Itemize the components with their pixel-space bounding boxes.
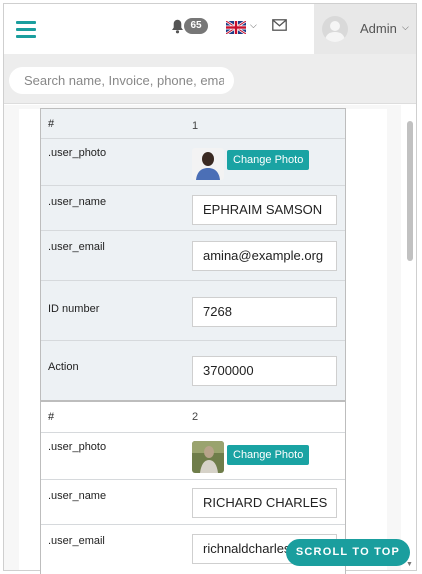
user-photo	[192, 441, 224, 473]
envelope-icon[interactable]	[272, 19, 287, 31]
user-name-field[interactable]: RICHARD CHARLES	[192, 488, 337, 518]
id-number-field[interactable]: 7268	[192, 297, 337, 327]
user-chevron-down-icon: ⌵	[402, 22, 409, 32]
record-row-name: .user_name EPHRAIM SAMSON	[41, 185, 345, 230]
uk-flag-icon[interactable]	[226, 21, 246, 34]
user-avatar-icon	[322, 16, 348, 42]
action-label: Action	[48, 361, 79, 373]
scroll-down-arrow-icon[interactable]: ▼	[406, 561, 413, 568]
user-name-label: Admin	[360, 21, 397, 36]
change-photo-button[interactable]: Change Photo	[227, 445, 310, 465]
change-photo-button[interactable]: Change Photo	[227, 150, 310, 170]
user-email-field[interactable]: amina@example.org	[192, 241, 337, 271]
photo-label: .user_photo	[48, 441, 107, 453]
user-name-field-label: .user_name	[48, 490, 107, 502]
action-field[interactable]: 3700000	[192, 356, 337, 386]
index-label: #	[48, 411, 55, 423]
record-row-index: # 2	[41, 402, 345, 432]
search-input[interactable]	[9, 67, 234, 94]
index-value: 1	[192, 120, 199, 132]
record-row-name: .user_name RICHARD CHARLES	[41, 479, 345, 524]
record-row-id: ID number 7268	[41, 280, 345, 340]
user-menu-button[interactable]: Admin ⌵	[314, 4, 416, 54]
index-label: #	[48, 118, 55, 130]
record-card: # 1 .user_photo Change Photo .user_name …	[40, 108, 346, 401]
user-photo	[192, 148, 224, 180]
id-number-label: ID number	[48, 303, 100, 315]
scrollbar-thumb[interactable]	[407, 121, 413, 261]
user-name-field-label: .user_name	[48, 196, 107, 208]
notifications-button[interactable]: 65	[171, 18, 209, 36]
language-chevron-down-icon[interactable]: ⌵	[250, 20, 257, 31]
record-row-photo: .user_photo Change Photo	[41, 138, 345, 185]
user-name-field[interactable]: EPHRAIM SAMSON	[192, 195, 337, 225]
scroll-to-top-button[interactable]: SCROLL TO TOP	[286, 539, 410, 566]
record-row-action: Action 3700000	[41, 340, 345, 400]
user-email-field-label: .user_email	[48, 535, 105, 547]
photo-label: .user_photo	[48, 147, 107, 159]
hamburger-menu-icon[interactable]	[16, 21, 36, 38]
notification-count-badge: 65	[184, 18, 208, 34]
search-bar	[4, 54, 416, 104]
bell-icon	[172, 19, 183, 34]
top-navbar: 65 ⌵ Admin ⌵	[4, 4, 416, 54]
record-row-email: .user_email amina@example.org	[41, 230, 345, 280]
user-email-field-label: .user_email	[48, 241, 105, 253]
record-row-index: # 1	[41, 109, 345, 138]
record-row-photo: .user_photo Change Photo	[41, 432, 345, 479]
index-value: 2	[192, 411, 199, 423]
